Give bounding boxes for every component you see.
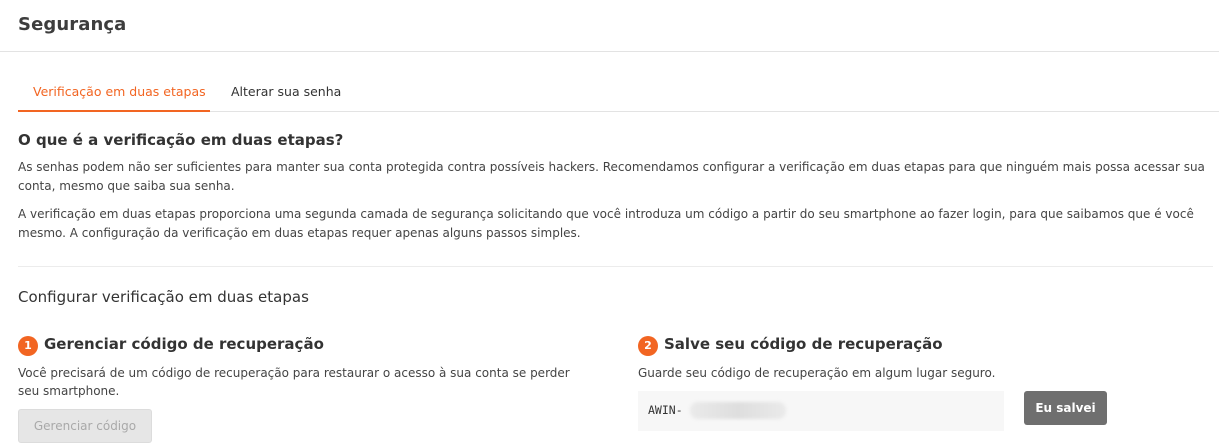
page-title: Segurança (18, 14, 127, 35)
recovery-code-prefix: AWIN- (648, 403, 683, 417)
intro-heading: O que é a verificação em duas etapas? (18, 131, 344, 149)
i-saved-button[interactable]: Eu salvei (1024, 391, 1107, 425)
section-divider (18, 266, 1213, 267)
intro-paragraph-2: A verificação em duas etapas proporciona… (18, 207, 1194, 240)
step-2-description: Guarde seu código de recuperação em algu… (638, 366, 996, 380)
step-2-badge: 2 (638, 336, 658, 356)
step-1-description: Você precisará de um código de recuperaç… (18, 366, 570, 398)
tab-bar: Verificação em duas etapas Alterar sua s… (18, 74, 1219, 112)
tab-change-password[interactable]: Alterar sua senha (231, 84, 341, 99)
tab-two-step-verification[interactable]: Verificação em duas etapas (18, 84, 210, 112)
recovery-code-box: AWIN- (638, 391, 1004, 431)
recovery-code-redacted (690, 402, 786, 419)
page-header: Segurança (0, 0, 1219, 52)
step-1-title: Gerenciar código de recuperação (44, 335, 324, 353)
step-2-title: Salve seu código de recuperação (664, 335, 943, 353)
setup-heading: Configurar verificação em duas etapas (18, 288, 309, 306)
intro-paragraph-1: As senhas podem não ser suficientes para… (18, 160, 1205, 193)
manage-code-button[interactable]: Gerenciar código (18, 409, 152, 443)
step-1-badge: 1 (18, 336, 38, 356)
